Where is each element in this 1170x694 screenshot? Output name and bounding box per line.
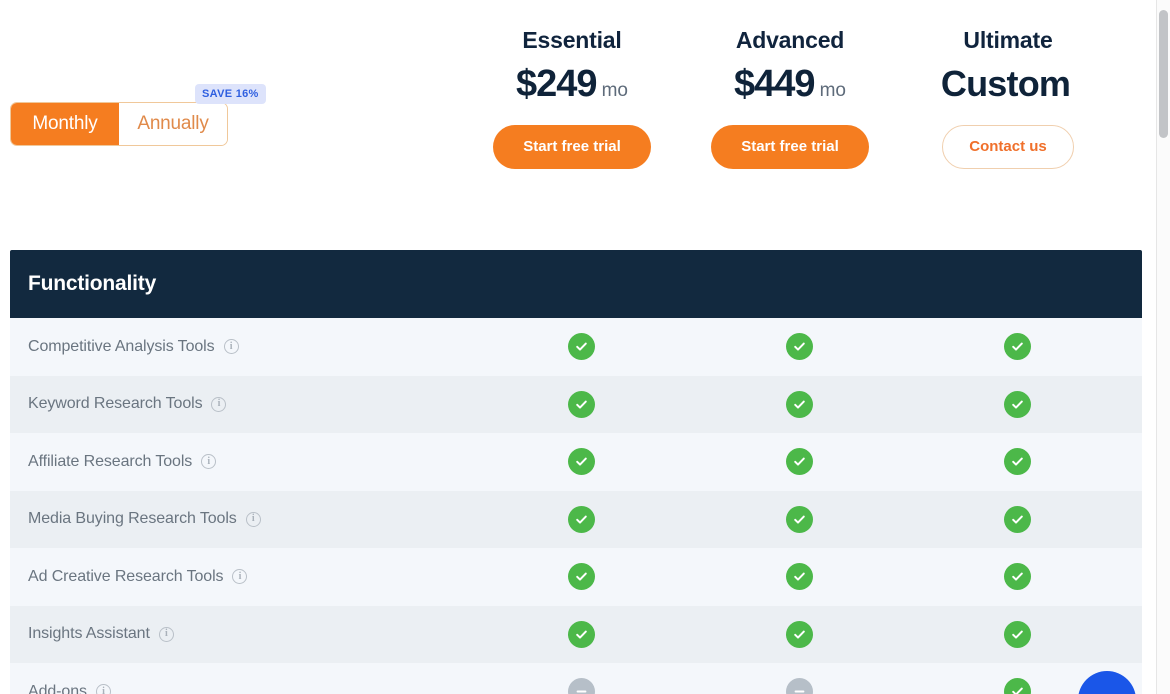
table-row: Keyword Research Tools i (10, 375, 1142, 433)
plan-column-essential: Essential $249 mo Start free trial (462, 26, 682, 169)
plans-header: Essential $249 mo Start free trial Advanc… (0, 0, 1156, 240)
feature-cell-advanced (690, 563, 908, 591)
info-icon[interactable]: i (201, 454, 217, 470)
feature-cell-ultimate (908, 620, 1126, 648)
plan-name: Ultimate (963, 27, 1053, 53)
check-icon (567, 563, 595, 591)
check-icon (1003, 505, 1031, 533)
feature-comparison-table: Functionality Competitive Analysis Tools… (10, 250, 1142, 694)
table-row: Ad Creative Research Tools i (10, 548, 1142, 606)
feature-cell-advanced (690, 390, 908, 418)
plan-price: Custom (940, 63, 1071, 104)
feature-label-cell: Ad Creative Research Tools i (10, 568, 472, 586)
pricing-page: Essential $249 mo Start free trial Advanc… (0, 0, 1170, 694)
table-row: Insights Assistant i (10, 605, 1142, 663)
contact-us-button[interactable]: Contact us (942, 125, 1074, 169)
check-icon (1003, 333, 1031, 361)
plan-column-advanced: Advanced $449 mo Start free trial (680, 26, 900, 169)
info-icon[interactable]: i (232, 569, 248, 585)
table-row: Media Buying Research Tools i (10, 490, 1142, 548)
feature-label: Affiliate Research Tools (28, 452, 193, 470)
plan-price-row: $449 mo (680, 61, 900, 115)
feature-cell-advanced (690, 678, 908, 694)
plan-price: $449 (734, 63, 816, 105)
scrollbar-thumb[interactable] (1159, 10, 1168, 138)
feature-cell-advanced (690, 505, 908, 533)
feature-label-cell: Competitive Analysis Tools i (10, 338, 472, 356)
section-title: Functionality (28, 272, 157, 295)
start-free-trial-button-advanced[interactable]: Start free trial (711, 125, 869, 169)
plan-price-row: Custom (898, 61, 1118, 115)
info-icon[interactable]: i (211, 396, 227, 412)
feature-cell-essential (472, 333, 690, 361)
plan-period: mo (601, 80, 628, 101)
save-discount-badge: SAVE 16% (195, 84, 266, 104)
feature-cell-ultimate (908, 390, 1126, 418)
table-row: Add-ons i (10, 663, 1142, 694)
section-header-functionality: Functionality (10, 250, 1142, 318)
check-icon (785, 448, 813, 476)
plan-column-ultimate: Ultimate Custom Contact us (898, 26, 1118, 169)
billing-toggle-monthly[interactable]: Monthly (11, 103, 119, 145)
feature-cell-essential (472, 505, 690, 533)
feature-label-cell: Insights Assistant i (10, 625, 472, 643)
table-row: Competitive Analysis Tools i (10, 318, 1142, 376)
feature-label-cell: Media Buying Research Tools i (10, 510, 472, 528)
billing-toggle-annually[interactable]: Annually (119, 103, 227, 145)
table-row: Affiliate Research Tools i (10, 433, 1142, 491)
plan-price: $249 (516, 63, 598, 105)
feature-cell-essential (472, 448, 690, 476)
plan-price-row: $249 mo (462, 61, 682, 115)
feature-rows-container: Competitive Analysis Tools i Keyword Resea… (10, 318, 1142, 694)
feature-cell-essential (472, 678, 690, 694)
feature-cell-ultimate (908, 563, 1126, 591)
check-icon (785, 563, 813, 591)
feature-label-cell: Add-ons i (10, 683, 472, 694)
check-icon (567, 333, 595, 361)
billing-toggle-group: Monthly Annually (10, 102, 228, 146)
plan-name: Essential (522, 27, 622, 53)
info-icon[interactable]: i (158, 626, 174, 642)
info-icon[interactable]: i (223, 339, 239, 355)
feature-cell-ultimate (908, 448, 1126, 476)
check-icon (1003, 678, 1031, 694)
plan-name: Advanced (735, 27, 845, 53)
feature-cell-advanced (690, 333, 908, 361)
check-icon (567, 390, 595, 418)
feature-cell-essential (472, 620, 690, 648)
feature-cell-advanced (690, 620, 908, 648)
start-free-trial-button-essential[interactable]: Start free trial (493, 125, 651, 169)
check-icon (785, 333, 813, 361)
info-icon[interactable]: i (245, 511, 261, 527)
plan-period: mo (819, 80, 846, 101)
feature-cell-ultimate (908, 505, 1126, 533)
check-icon (567, 620, 595, 648)
feature-label: Media Buying Research Tools (28, 510, 237, 528)
feature-label: Competitive Analysis Tools (28, 337, 215, 355)
page-scrollbar[interactable] (1156, 0, 1170, 694)
check-icon (567, 505, 595, 533)
check-icon (567, 448, 595, 476)
feature-cell-ultimate (908, 333, 1126, 361)
feature-label-cell: Affiliate Research Tools i (10, 453, 472, 471)
not-included-icon (785, 678, 813, 694)
check-icon (785, 390, 813, 418)
info-icon[interactable]: i (95, 684, 111, 694)
check-icon (1003, 390, 1031, 418)
feature-label: Insights Assistant (28, 625, 150, 643)
check-icon (785, 505, 813, 533)
feature-label: Ad Creative Research Tools (28, 567, 224, 585)
feature-label: Add-ons (28, 682, 87, 694)
feature-cell-essential (472, 563, 690, 591)
feature-label: Keyword Research Tools (28, 395, 203, 413)
feature-cell-advanced (690, 448, 908, 476)
check-icon (1003, 563, 1031, 591)
feature-cell-essential (472, 390, 690, 418)
check-icon (785, 620, 813, 648)
check-icon (1003, 620, 1031, 648)
check-icon (1003, 448, 1031, 476)
feature-label-cell: Keyword Research Tools i (10, 395, 472, 413)
billing-period-toggle: Monthly Annually SAVE 16% (10, 84, 266, 146)
not-included-icon (567, 678, 595, 694)
